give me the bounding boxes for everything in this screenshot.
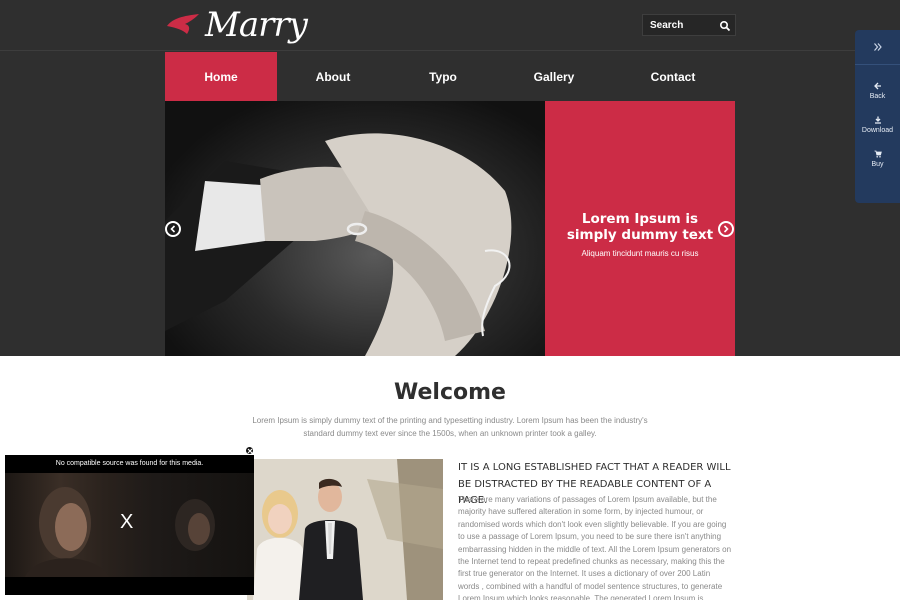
nav-item-gallery[interactable]: Gallery [497,52,611,101]
nav-label: Contact [650,69,696,84]
video-close-button[interactable] [245,446,254,455]
nav-item-typo[interactable]: Typo [389,52,497,101]
slide-image [165,101,545,356]
side-panel: Back Download Buy [855,30,900,203]
site-header: Marry Home About Typo Gallery Contact [0,0,900,356]
logo-text: Marry [205,5,308,45]
chevron-left-icon [170,225,176,233]
side-download-button[interactable]: Download [855,116,900,134]
close-icon [247,448,252,453]
nav-item-contact[interactable]: Contact [611,52,735,101]
slide-caption: Lorem Ipsum is simply dummy text Aliquam… [545,101,735,356]
cart-icon [874,150,882,158]
video-player[interactable]: No compatible source was found for this … [5,455,254,595]
logo[interactable]: Marry [165,4,308,46]
search-icon[interactable] [719,20,731,32]
video-error-close[interactable]: X [120,511,133,534]
side-buy-button[interactable]: Buy [855,150,900,168]
nav-label: Typo [429,69,457,84]
ring-hands-illustration [165,133,512,356]
nav-label: Home [204,69,238,84]
video-controls-bar [5,577,254,595]
side-download-label: Download [861,127,894,134]
welcome-text: Lorem Ipsum is simply dummy text of the … [252,416,648,438]
double-chevron-right-icon [873,43,882,51]
chevron-right-icon [723,225,729,233]
side-back-label: Back [869,93,886,100]
couple-photo [247,459,443,600]
nav-label: Gallery [533,69,575,84]
side-back-button[interactable]: Back [855,82,900,100]
bird-icon [167,14,199,34]
hero-slider: Lorem Ipsum is simply dummy text Aliquam… [165,101,735,356]
arrow-left-icon [873,82,881,90]
nav-item-home[interactable]: Home [165,52,277,101]
slider-next-button[interactable] [718,221,734,237]
search-box [642,14,736,36]
search-input[interactable] [643,19,713,31]
top-bar: Marry [0,0,900,51]
side-panel-toggle[interactable] [855,30,900,65]
side-buy-label: Buy [871,161,884,168]
welcome-title: Welcome [394,380,506,405]
download-icon [874,116,881,124]
slider-prev-button[interactable] [165,221,181,237]
video-error-message: No compatible source was found for this … [5,455,254,473]
main-nav: Home About Typo Gallery Contact [165,52,735,101]
article-body: There are many variations of passages of… [458,495,732,600]
caption-subtitle: Aliquam tincidunt mauris cu risus [581,249,699,258]
nav-item-about[interactable]: About [277,52,389,101]
couple-illustration [247,459,443,600]
caption-title: Lorem Ipsum is simply dummy text [566,211,714,243]
nav-label: About [315,69,351,84]
